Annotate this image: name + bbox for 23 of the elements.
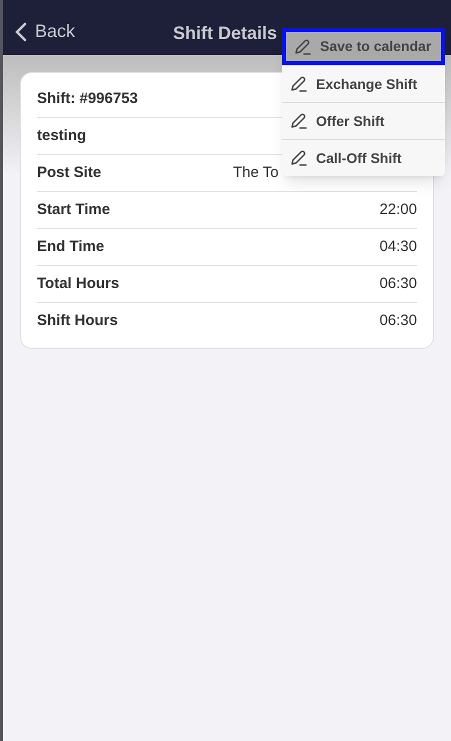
pencil-icon	[294, 38, 312, 56]
menu-item[interactable]: Exchange Shift	[282, 65, 445, 102]
row-label: Start Time	[37, 200, 112, 220]
menu-item[interactable]: Offer Shift	[282, 102, 445, 139]
row-value: The To	[233, 162, 279, 183]
row-label: Shift Hours	[37, 311, 119, 332]
pencil-icon	[290, 149, 308, 167]
row-label: End Time	[37, 236, 106, 257]
menu-item[interactable]: Save to calendar	[282, 28, 445, 65]
row-value: 22:00	[379, 200, 417, 220]
row-value: 06:30	[379, 274, 417, 294]
pencil-icon	[290, 75, 308, 93]
row-value: 06:30	[379, 311, 417, 332]
row-label: Total Hours	[37, 274, 120, 294]
pencil-icon	[290, 112, 308, 130]
shift-name: testing	[37, 126, 86, 146]
shift-number: Shift: #996753	[37, 88, 138, 109]
menu-item[interactable]: Call-Off Shift	[282, 139, 445, 176]
row-label: Post Site	[37, 162, 102, 183]
back-button[interactable]: Back	[15, 18, 76, 45]
row-value: 04:30	[379, 236, 417, 257]
chevron-left-icon	[15, 22, 27, 42]
page-title: Shift Details	[173, 22, 278, 45]
